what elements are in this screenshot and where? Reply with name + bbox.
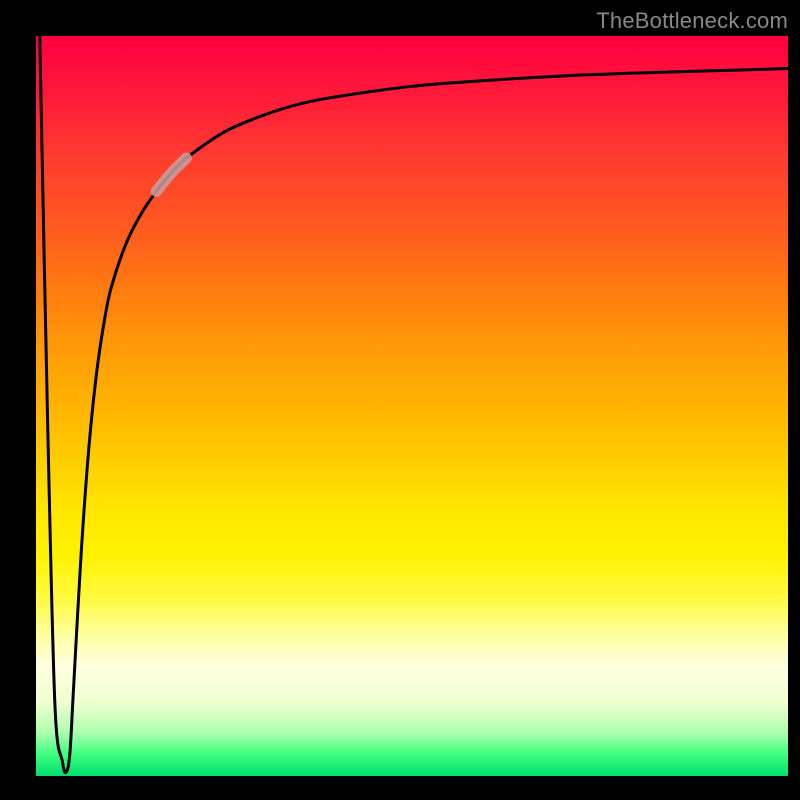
chart-frame: TheBottleneck.com: [0, 0, 800, 800]
watermark-text: TheBottleneck.com: [596, 8, 788, 34]
bottleneck-curve: [40, 36, 788, 773]
curve-highlight-segment: [156, 158, 186, 191]
curve-svg: [36, 36, 788, 776]
